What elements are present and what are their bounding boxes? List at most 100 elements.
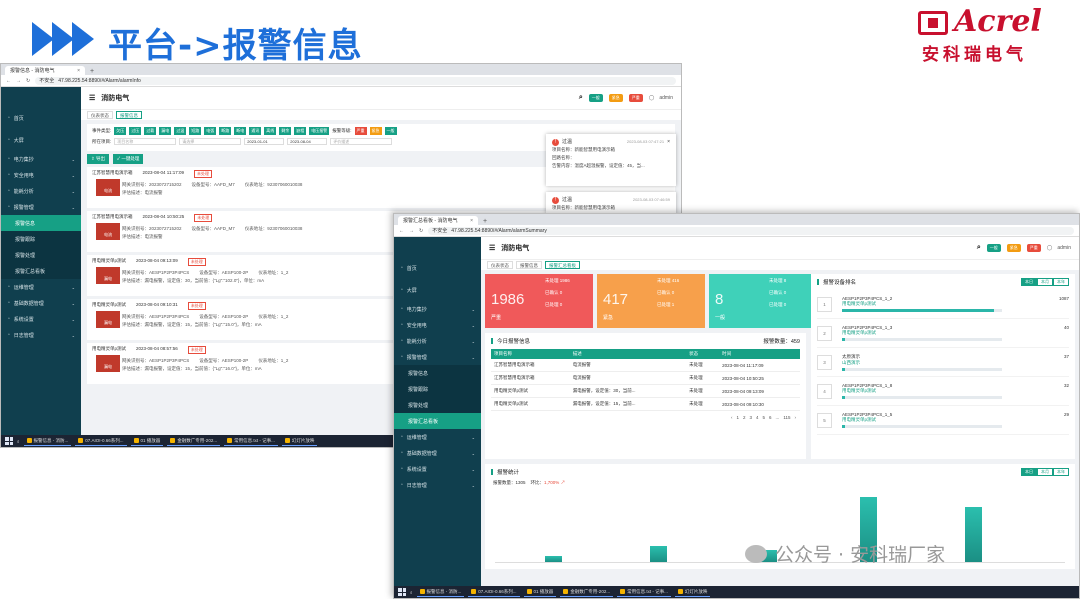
desc-input[interactable]: 评价描述 <box>330 138 393 145</box>
sidebar-item[interactable]: ▫ 基础数据管理 ⌄ <box>394 445 481 461</box>
username[interactable]: admin <box>1057 245 1071 251</box>
tab-device-status[interactable]: 仪表状态 <box>487 261 513 269</box>
page-number[interactable]: 1 <box>736 415 739 420</box>
new-tab-icon[interactable]: + <box>90 68 94 75</box>
sidebar-item[interactable]: ▫ 能耗分析 ⌄ <box>394 333 481 349</box>
address-bar[interactable]: 不安全 47.98.225.54:8890/#/Alarm/alarmSummar… <box>428 226 1074 235</box>
sidebar-item[interactable]: ▫ 运维管理 ⌄ <box>394 429 481 445</box>
tab-alarm-info[interactable]: 报警信息 <box>116 111 142 119</box>
level-tag[interactable]: 一般 <box>384 127 397 135</box>
taskbar-item[interactable]: 金融数广专用-202... <box>167 436 221 446</box>
stat-card[interactable]: 417 紧急 未处理 416 已确认 0 已处理 1 <box>597 274 705 328</box>
sidebar-item[interactable]: ▫ 基础数据管理 ⌄ <box>1 295 81 311</box>
back-icon[interactable]: ← <box>6 78 11 84</box>
sidebar-item[interactable]: 报警信息 <box>1 215 81 231</box>
close-icon[interactable]: × <box>667 138 670 146</box>
taskbar-item[interactable]: 报警信息 - 消防... <box>23 436 72 446</box>
alarm-popup[interactable]: ! 过温 2023-08-03 07:46:59 项目名称：新能智慧用电演示箱 <box>546 192 676 214</box>
tab-alarm-info[interactable]: 报警信息 <box>516 261 542 269</box>
menu-icon[interactable]: ☰ <box>89 94 95 102</box>
search-icon[interactable]: ⌕ <box>977 244 981 252</box>
search-icon[interactable]: ⌕ <box>579 94 583 102</box>
confirm-all-button[interactable]: ✓ 一键处理 <box>113 154 144 164</box>
taskbar-item[interactable]: 01 播放器 <box>130 436 164 446</box>
period-tab[interactable]: 本月 <box>1037 278 1053 286</box>
stat-card[interactable]: 8 一般 未处理 8 已确认 0 已处理 0 <box>709 274 817 328</box>
event-type-tag[interactable]: 过载 <box>144 127 157 135</box>
rank-item[interactable]: 2 AESP1P2P3P4PCS_1_3 40 用电精灵单p测试 <box>817 319 1069 348</box>
sidebar-item[interactable]: ▫ 电力集抄 ⌄ <box>1 151 81 167</box>
sidebar-item[interactable]: 报警跟踪 <box>1 231 81 247</box>
rank-item[interactable]: 5 AESP1P2P3P4PCS_1_5 29 用电精灵单p测试 <box>817 406 1069 435</box>
event-type-tag[interactable]: 漏电 <box>159 127 172 135</box>
user-icon[interactable]: ◯ <box>649 95 655 101</box>
reload-icon[interactable]: ↻ <box>26 78 30 84</box>
table-row[interactable]: 江苏智慧用电演示箱 电流报警 未处理 2023-08-04 11:17:09 <box>491 359 800 372</box>
prev-page-icon[interactable]: ‹ <box>731 415 733 420</box>
project-select[interactable]: 项目名称 <box>114 138 177 145</box>
reload-icon[interactable]: ↻ <box>419 228 423 234</box>
address-bar[interactable]: 不安全 47.98.225.54:8890/#/Alarm/alarmInfo <box>35 76 676 85</box>
alarm-popup[interactable]: ! 过温 2023-08-03 07:47:21 × 项目名称：新能智慧用电演示箱 回路… <box>546 134 676 186</box>
forward-icon[interactable]: → <box>409 228 414 234</box>
event-type-tag[interactable]: 电压报警 <box>309 127 330 135</box>
badge-urgent[interactable]: 紧急 <box>608 94 623 102</box>
windows-start-icon[interactable] <box>5 437 13 445</box>
period-tab[interactable]: 本日 <box>1021 278 1037 286</box>
search-icon[interactable]: ⌕ <box>17 439 20 444</box>
badge-general[interactable]: 一般 <box>588 94 603 102</box>
close-icon[interactable]: × <box>470 218 473 224</box>
event-type-tag[interactable]: 电弧 <box>204 127 217 135</box>
event-type-tag[interactable]: 过温 <box>174 127 187 135</box>
taskbar-item[interactable]: 01 播放器 <box>523 587 557 597</box>
page-number[interactable]: 5 <box>763 415 766 420</box>
sidebar-item[interactable]: ▫ 日志管理 ⌄ <box>394 477 481 493</box>
taskbar-item[interactable]: 常用信息.txt - 记事... <box>617 587 671 597</box>
rank-item[interactable]: 3 太原演示 37 山西演示 <box>817 348 1069 377</box>
sidebar-item[interactable]: 报警信息 <box>394 365 481 381</box>
page-number[interactable]: ... <box>776 415 780 420</box>
sidebar-item[interactable]: ▫ 运维管理 ⌄ <box>1 279 81 295</box>
sidebar-item[interactable]: ▫ 系统设置 ⌄ <box>394 461 481 477</box>
level-tag[interactable]: 严重 <box>354 127 367 135</box>
event-type-tag[interactable]: 离线 <box>264 127 277 135</box>
sidebar-item[interactable]: ▫ 报警管理 ⌄ <box>1 199 81 215</box>
menu-icon[interactable]: ☰ <box>489 244 495 252</box>
sidebar-item[interactable]: 报警汇总看板 <box>394 413 481 429</box>
device-select[interactable]: 请选择 <box>179 138 242 145</box>
level-tag[interactable]: 紧急 <box>369 127 382 135</box>
tab-alarm-summary[interactable]: 报警汇总看板 <box>545 261 580 269</box>
new-tab-icon[interactable]: + <box>483 218 487 225</box>
date-to[interactable]: 2023-08-04 <box>287 138 328 145</box>
badge-urgent[interactable]: 紧急 <box>1006 244 1021 252</box>
rank-item[interactable]: 4 AESP1P2P3P4PCS_1_8 32 用电精灵单p测试 <box>817 377 1069 406</box>
date-from[interactable]: 2023-01-01 <box>244 138 285 145</box>
sidebar-item[interactable]: ▫ 系统设置 ⌄ <box>1 311 81 327</box>
sidebar-item[interactable]: ▫ 安全用电 ⌄ <box>394 317 481 333</box>
table-row[interactable]: 用电精灵单p测试 漏电报警，设定值：15，当前... 未处理 2023-08-04 0… <box>491 397 800 411</box>
sidebar-item[interactable]: ▫ 能耗分析 ⌄ <box>1 183 81 199</box>
stat-card[interactable]: 1986 严重 未处理 1986 已确认 0 已处理 0 <box>485 274 593 328</box>
period-tab[interactable]: 本日 <box>1021 468 1037 476</box>
sidebar-item[interactable]: ▫ 报警管理 ⌄ <box>394 349 481 365</box>
next-page-icon[interactable]: › <box>795 415 797 420</box>
sidebar-item[interactable]: ▫ 日志管理 ⌄ <box>1 327 81 343</box>
sidebar-item[interactable]: ▫ 首页 <box>1 107 81 129</box>
sidebar-item[interactable]: 报警跟踪 <box>394 381 481 397</box>
taskbar-item[interactable]: 报警信息 - 消防... <box>416 587 465 597</box>
page-number[interactable]: 2 <box>743 415 746 420</box>
event-type-tag[interactable]: 缺相 <box>294 127 307 135</box>
period-tab[interactable]: 本年 <box>1053 468 1069 476</box>
period-tab[interactable]: 本月 <box>1037 468 1053 476</box>
event-type-tag[interactable]: 欠压 <box>114 127 127 135</box>
event-type-tag[interactable]: 剩余 <box>279 127 292 135</box>
taskbar-item[interactable]: 金融数广专用-202... <box>560 587 614 597</box>
event-type-tag[interactable]: 断路 <box>219 127 232 135</box>
badge-general[interactable]: 一般 <box>986 244 1001 252</box>
sidebar-item[interactable]: ▫ 安全用电 ⌄ <box>1 167 81 183</box>
taskbar-item[interactable]: 07.AIOI-0.66系列... <box>468 587 520 597</box>
badge-severe[interactable]: 严重 <box>628 94 643 102</box>
export-button[interactable]: ⇪ 导出 <box>87 154 110 164</box>
table-row[interactable]: 江苏智慧用电演示箱 电流报警 未处理 2023-08-04 10:50:25 <box>491 371 800 385</box>
search-icon[interactable]: ⌕ <box>410 590 413 595</box>
